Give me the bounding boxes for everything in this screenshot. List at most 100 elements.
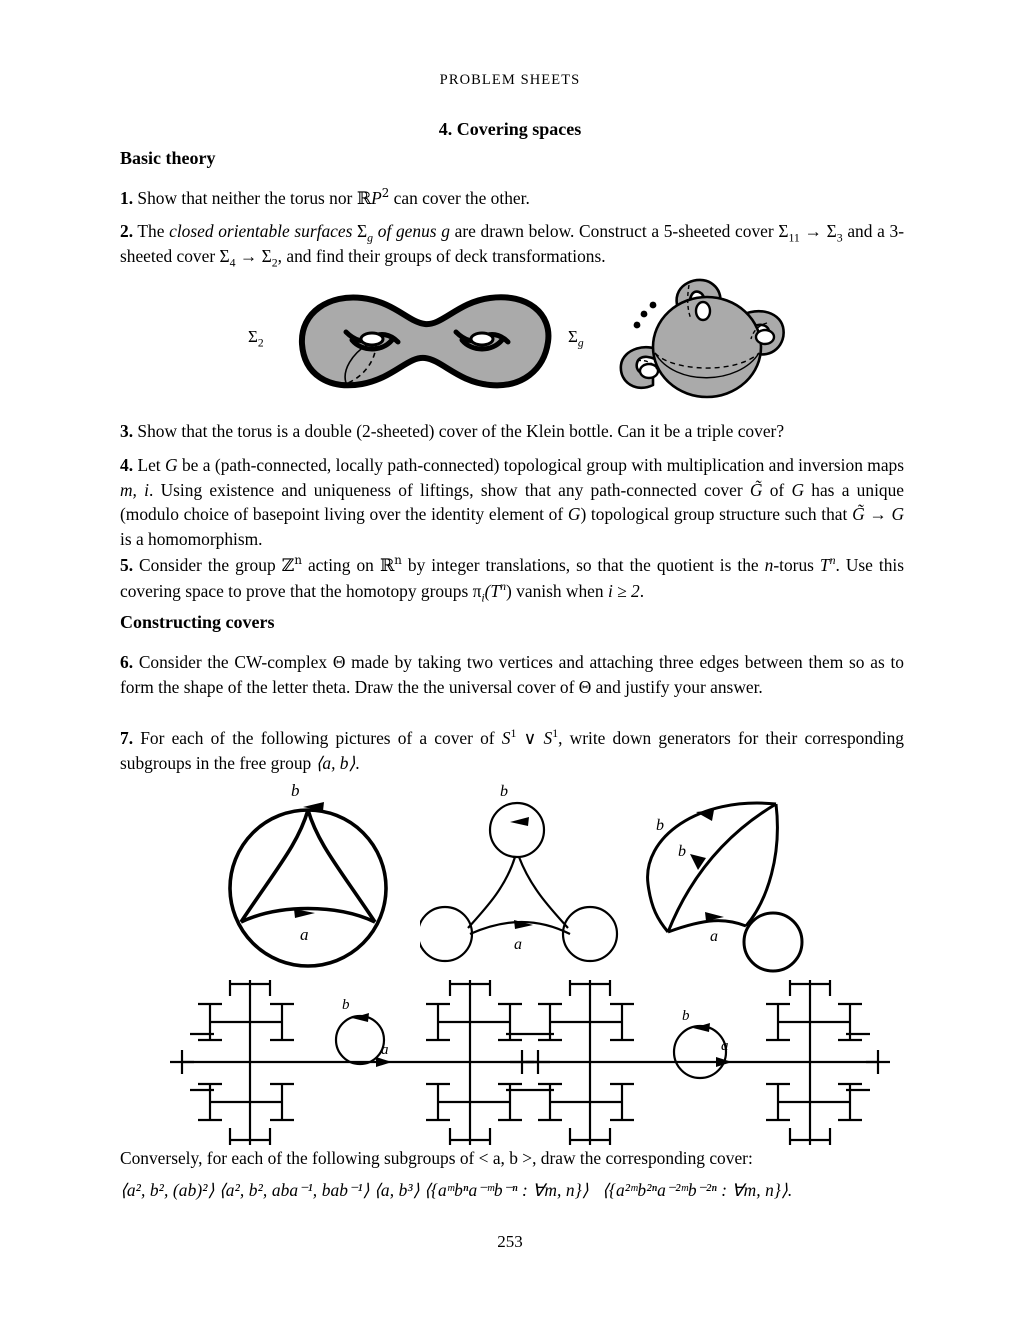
edge-label-b: b	[500, 783, 508, 800]
problem-5-text-f: vanish when	[511, 580, 608, 601]
subgroup-4: ⟨{aᵐbⁿa⁻ᵐb⁻ⁿ : ∀m, n}⟩	[424, 1180, 589, 1200]
problem-4-G-3: G	[567, 504, 581, 525]
problem-2-sigma-3: Σ3	[826, 221, 843, 245]
problem-5-pi-i: πi	[472, 580, 485, 605]
subheading-label: Constructing covers	[120, 612, 275, 632]
genus-2-surface-drawing	[298, 294, 552, 389]
problem-4-arrow: →	[864, 504, 892, 525]
problem-1-rp2: ℝP2	[356, 186, 390, 209]
cover-graph-disk: b a	[228, 782, 388, 968]
problem-5-Zn: ℤn	[281, 553, 302, 576]
problem-4: 4. Let G be a (path-connected, locally p…	[120, 453, 904, 552]
problem-7-S1-a: S1	[501, 726, 517, 748]
edge-label-a: a	[514, 936, 522, 953]
page-number: 253	[497, 1232, 523, 1251]
problem-2: 2. The closed orientable surfaces Σg of …	[120, 219, 904, 268]
problem-3-text: Show that the torus is a double (2-sheet…	[137, 421, 785, 441]
problem-6-theta-1: Θ	[332, 652, 346, 672]
problem-2-text-a: The	[137, 221, 170, 241]
running-head: PROBLEM SHEETS	[439, 72, 581, 88]
cayley-graph-cover-right: b a	[510, 980, 890, 1145]
problem-5-text-c: by integer translations, so that the quo…	[401, 555, 765, 575]
subgroup-3: ⟨a, b³⟩	[374, 1180, 420, 1200]
problem-1: 1. Show that neither the torus nor ℝP2 c…	[120, 186, 904, 212]
problem-5-text-a: Consider the group	[139, 555, 282, 575]
problem-2-number: 2.	[120, 221, 134, 241]
genus-g-surface-drawing	[619, 278, 785, 399]
subgroup-list: ⟨a², b², (ab)²⟩ ⟨a², b², aba⁻¹, bab⁻¹⟩ ⟨…	[120, 1180, 904, 1201]
problem-5-Tn: Tn	[819, 553, 836, 575]
conversely-text: Conversely, for each of the following su…	[120, 1148, 753, 1168]
problem-5-number: 5.	[120, 555, 134, 575]
problem-2-sigma-g: Σg	[357, 221, 374, 245]
problem-2-arrow-1: →	[804, 221, 822, 241]
problem-4-text-f: ) topological group structure such that	[580, 504, 853, 525]
problem-7-text-a: For each of the following pictures of a …	[140, 728, 502, 748]
problem-4-G-1: G	[165, 455, 178, 475]
edge-label-b-outer: b	[656, 817, 664, 834]
problem-4-G-tilde-2: G̃	[852, 504, 865, 525]
problem-2-arrow-2: →	[239, 245, 258, 266]
edge-label-b: b	[682, 1008, 690, 1024]
page-title: 4. Covering spaces	[438, 119, 582, 139]
edge-label-a: a	[721, 1038, 729, 1054]
closing-instruction: Conversely, for each of the following su…	[120, 1146, 904, 1171]
problem-4-G-tilde-1: G̃	[749, 479, 763, 500]
problem-1-number: 1.	[120, 188, 134, 208]
problem-1-text-a: Show that neither the torus nor	[137, 188, 357, 208]
edge-label-b-inner: b	[678, 843, 686, 860]
subgroup-2: ⟨a², b², aba⁻¹, bab⁻¹⟩	[218, 1180, 370, 1200]
arrowhead-b	[693, 1023, 710, 1032]
problem-4-text-d: of	[762, 479, 792, 500]
problem-4-text-b: be a (path-connected, locally path-conne…	[177, 455, 904, 475]
problem-2-sigma-4: Σ4	[219, 245, 236, 270]
arrowhead-a	[716, 1057, 732, 1067]
heading-constructing-covers: Constructing covers	[120, 612, 904, 633]
problem-2-sigma-2: Σ2	[261, 245, 278, 270]
subgroup-1: ⟨a², b², (ab)²⟩	[120, 1180, 215, 1200]
problem-2-sigma-11: Σ11	[778, 221, 800, 245]
problem-4-G-2: G	[791, 479, 805, 500]
surface-label-sigma-2: Σ2	[248, 327, 264, 350]
problem-5-condition: i ≥ 2	[607, 580, 640, 601]
problem-2-italic-b: of genus	[377, 221, 437, 241]
problem-5-text-b: acting on	[301, 555, 380, 575]
edge-label-b: b	[342, 997, 350, 1013]
figure-covers-row-2: b a b a	[120, 980, 904, 1145]
edge-label-a: a	[710, 928, 718, 945]
problem-4-text-a: Let	[137, 455, 166, 475]
problem-3-number: 3.	[120, 421, 134, 441]
subgroup-5: ⟨{a²ᵐb²ⁿa⁻²ᵐb⁻²ⁿ : ∀m, n}⟩.	[602, 1180, 793, 1200]
problem-4-m-i: m, i	[120, 479, 149, 500]
problem-5-text-g: .	[639, 580, 645, 601]
problem-7: 7. For each of the following pictures of…	[120, 726, 904, 775]
edge-label-b: b	[291, 782, 300, 800]
heading-basic-theory: Basic theory	[120, 148, 904, 169]
subheading-label: Basic theory	[120, 148, 216, 168]
problem-5: 5. Consider the group ℤn acting on ℝn by…	[120, 553, 904, 603]
problem-4-number: 4.	[120, 455, 134, 475]
problem-7-number: 7.	[120, 728, 134, 748]
arrowhead-a	[376, 1057, 392, 1067]
problem-7-S1-b: S1	[543, 726, 559, 748]
problem-5-Rn: ℝn	[379, 553, 402, 576]
problem-7-free-group: ⟨a, b⟩	[315, 752, 356, 773]
arrowhead-b	[510, 817, 529, 826]
problem-4-G-4: G	[891, 504, 904, 525]
cover-graph-bigon: b b a	[646, 801, 804, 973]
problem-1-text-b: can cover the other.	[389, 188, 530, 208]
problem-5-paren-tn: (Tn)	[484, 578, 512, 601]
problem-2-g: g	[441, 221, 450, 241]
problem-4-text-c: . Using existence and uniqueness of lift…	[149, 479, 750, 500]
edge-label-a: a	[300, 925, 309, 944]
problem-6-theta-2: Θ	[578, 676, 592, 697]
problem-2-italic-a: closed orientable surfaces	[169, 221, 353, 241]
problem-4-text-g: is a homomorphism.	[120, 529, 263, 550]
ellipsis-dots	[633, 301, 657, 329]
problem-6-number: 6.	[120, 652, 134, 672]
problem-7-vee: ∨	[516, 728, 544, 748]
problem-6-text-a: Consider the CW-complex	[138, 652, 333, 672]
cover-graph-three-loops: b a	[420, 783, 619, 963]
problem-6-text-c: and justify your answer.	[591, 676, 763, 697]
surface-label-sigma-g: Σg	[568, 327, 584, 350]
